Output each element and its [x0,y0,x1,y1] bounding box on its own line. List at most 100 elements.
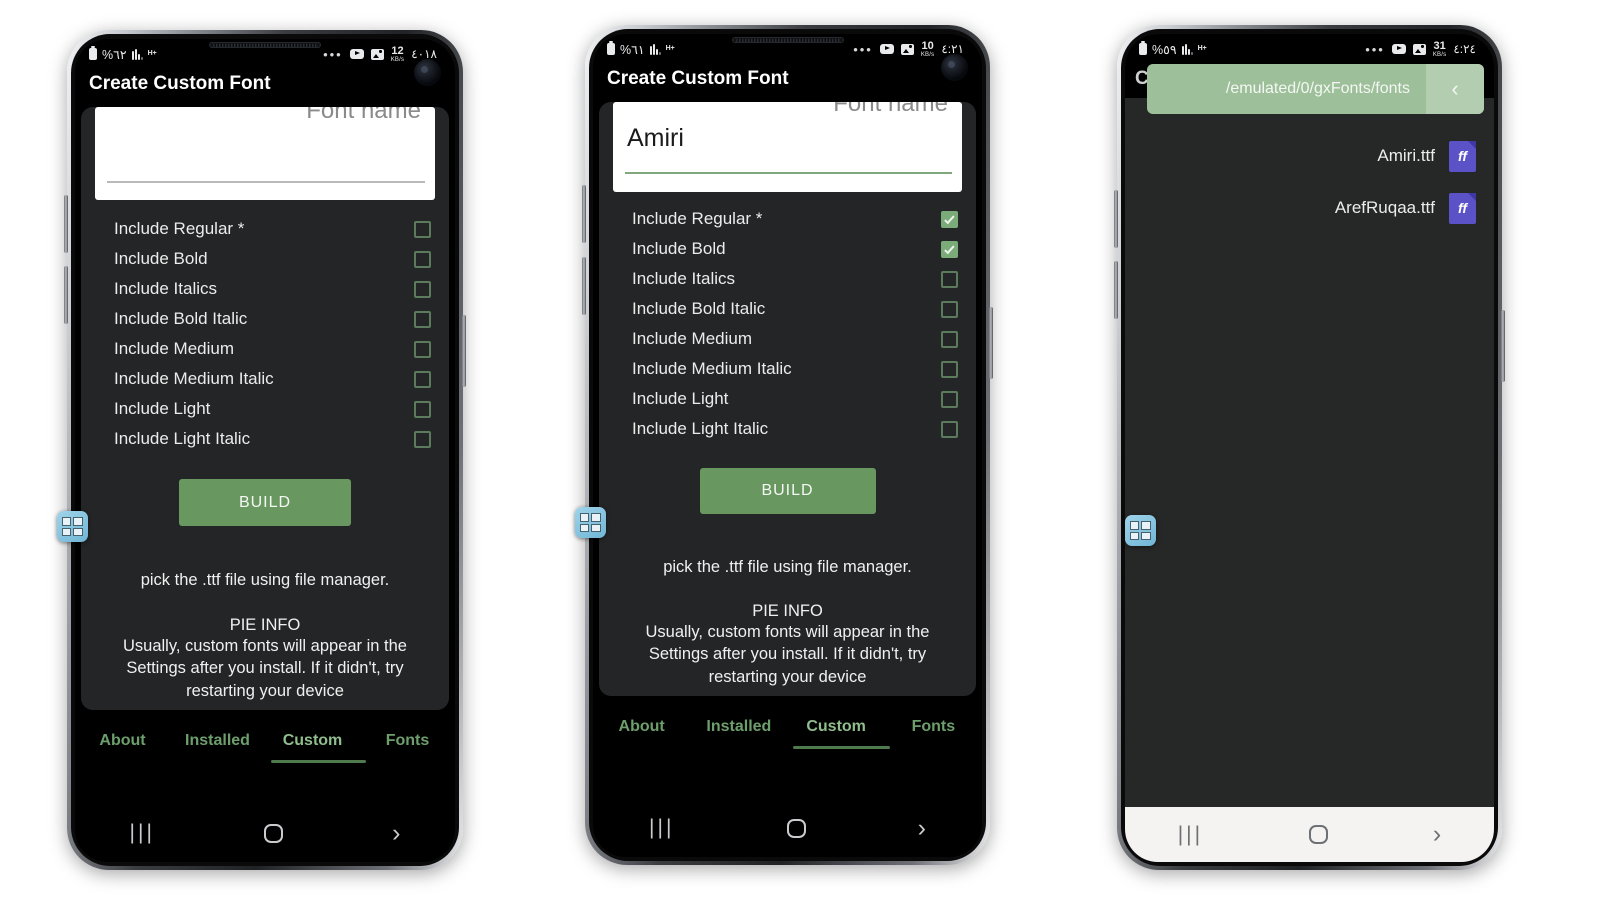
option-row-2[interactable]: Include Italics [632,264,958,294]
home-icon[interactable] [786,818,806,838]
power-button[interactable] [1501,310,1505,382]
status-bar: %٦٢ H+ ••• 12 KB/s ٤٠١٨ [75,39,455,69]
option-checkbox-3[interactable] [941,300,958,318]
list-item[interactable]: ArefRuqaa.ttf ff [1125,182,1476,234]
build-button[interactable]: BUILD [179,479,351,526]
phone-screen: %٦٢ H+ ••• 12 KB/s ٤٠١٨ Create Custom Fo… [75,39,455,862]
option-row-1[interactable]: Include Bold [632,234,958,264]
option-row-7[interactable]: Include Light Italic [632,414,958,444]
option-row-3[interactable]: Include Bold Italic [632,294,958,324]
option-row-5[interactable]: Include Medium Italic [114,364,431,394]
pie-info-body: Usually, custom fonts will appear in the… [645,623,930,686]
signal-icon [1181,43,1193,55]
option-row-4[interactable]: Include Medium [114,334,431,364]
option-row-4[interactable]: Include Medium [632,324,958,354]
option-row-1[interactable]: Include Bold [114,244,431,274]
network-speed: 10 KB/s [921,40,934,58]
option-checkbox-2[interactable] [414,280,431,298]
option-row-3[interactable]: Include Bold Italic [114,304,431,334]
volume-down-button[interactable] [64,266,68,324]
option-row-5[interactable]: Include Medium Italic [632,354,958,384]
volume-down-button[interactable] [582,257,586,315]
app-title: Create Custom Font [607,68,789,89]
home-icon[interactable] [1308,825,1328,844]
option-row-0[interactable]: Include Regular * [632,204,958,234]
volume-up-button[interactable] [64,195,68,253]
option-checkbox-4[interactable] [414,340,431,358]
option-checkbox-6[interactable] [941,390,958,408]
back-icon[interactable]: › [1433,820,1441,849]
option-label-0: Include Regular * [114,219,245,238]
option-checkbox-3[interactable] [414,310,431,328]
option-label-6: Include Light [114,399,211,418]
signal-icon [649,43,661,55]
tab-about[interactable]: About [593,718,690,736]
floating-overlay-icon[interactable] [1125,515,1156,546]
home-icon[interactable] [264,823,284,843]
option-label-4: Include Medium [114,339,235,358]
font-file-icon: ff [1449,140,1476,172]
option-label-6: Include Light [632,389,729,408]
recents-icon[interactable]: ||| [1178,823,1203,847]
volume-up-button[interactable] [1114,190,1118,248]
tab-installed[interactable]: Installed [690,718,787,736]
gallery-icon [1412,43,1426,55]
option-row-2[interactable]: Include Italics [114,274,431,304]
pick-file-hint: pick the .ttf file using file manager. [140,571,390,589]
path-back-button[interactable]: ‹ [1426,64,1484,114]
battery-percent: %٥٩ [1152,42,1177,57]
volume-down-button[interactable] [1114,261,1118,319]
app-content-card: Font name Include Regular * Include Bold… [81,107,449,710]
bottom-tab-bar: About Installed Custom Fonts [593,718,982,749]
option-label-2: Include Italics [114,279,217,298]
option-checkbox-4[interactable] [941,330,958,348]
phone-left: %٦٢ H+ ••• 12 KB/s ٤٠١٨ Create Custom Fo… [57,30,466,870]
network-type-icon: H+ [665,45,675,52]
system-navigation-bar: ||| › [75,804,455,862]
back-icon[interactable]: › [918,814,926,843]
font-name-field[interactable]: Font name Amiri [613,102,962,192]
option-checkbox-1[interactable] [941,240,958,258]
option-row-6[interactable]: Include Light [632,384,958,414]
signal-icon [131,48,143,60]
tab-fonts[interactable]: Fonts [360,732,455,750]
floating-overlay-icon[interactable] [57,511,88,542]
font-name-value: Amiri [627,124,684,152]
power-button[interactable] [989,307,993,379]
option-checkbox-5[interactable] [941,360,958,378]
option-checkbox-5[interactable] [414,370,431,388]
option-checkbox-7[interactable] [414,430,431,448]
option-row-7[interactable]: Include Light Italic [114,424,431,454]
option-checkbox-7[interactable] [941,420,958,438]
status-clock: ٤:٢١ [941,42,964,56]
recents-icon[interactable]: ||| [130,821,155,845]
file-manager-header-area: C /emulated/0/gxFonts/fonts ‹ [1125,64,1494,114]
option-checkbox-6[interactable] [414,400,431,418]
tab-fonts[interactable]: Fonts [885,718,982,736]
power-button[interactable] [462,315,466,387]
option-checkbox-2[interactable] [941,270,958,288]
option-checkbox-0[interactable] [414,220,431,238]
tab-installed[interactable]: Installed [170,732,265,750]
build-button[interactable]: BUILD [699,468,876,514]
font-name-field[interactable]: Font name [95,107,435,200]
back-icon[interactable]: › [392,819,400,848]
option-row-6[interactable]: Include Light [114,394,431,424]
list-item[interactable]: Amiri.ttf ff [1125,130,1476,182]
option-checkbox-0[interactable] [941,210,958,228]
pie-info-title: PIE INFO [752,602,823,620]
font-name-label: Font name [833,102,948,117]
phone-screen: %٥٩ H+ ••• 31 KB/s ٤:٢٤ C /emulated/0/gx… [1125,34,1494,862]
network-type-icon: H+ [1197,45,1207,52]
option-row-0[interactable]: Include Regular * [114,214,431,244]
floating-overlay-icon[interactable] [575,507,606,538]
tab-about[interactable]: About [75,732,170,750]
include-options-list: Include Regular * Include Bold Include I… [599,192,976,444]
pie-info-body: Usually, custom fonts will appear in the… [123,637,407,700]
tab-custom[interactable]: Custom [265,732,360,750]
tab-custom[interactable]: Custom [788,718,885,736]
option-checkbox-1[interactable] [414,250,431,268]
recents-icon[interactable]: ||| [649,816,674,840]
volume-up-button[interactable] [582,185,586,243]
more-notifications-icon: ••• [323,46,343,62]
